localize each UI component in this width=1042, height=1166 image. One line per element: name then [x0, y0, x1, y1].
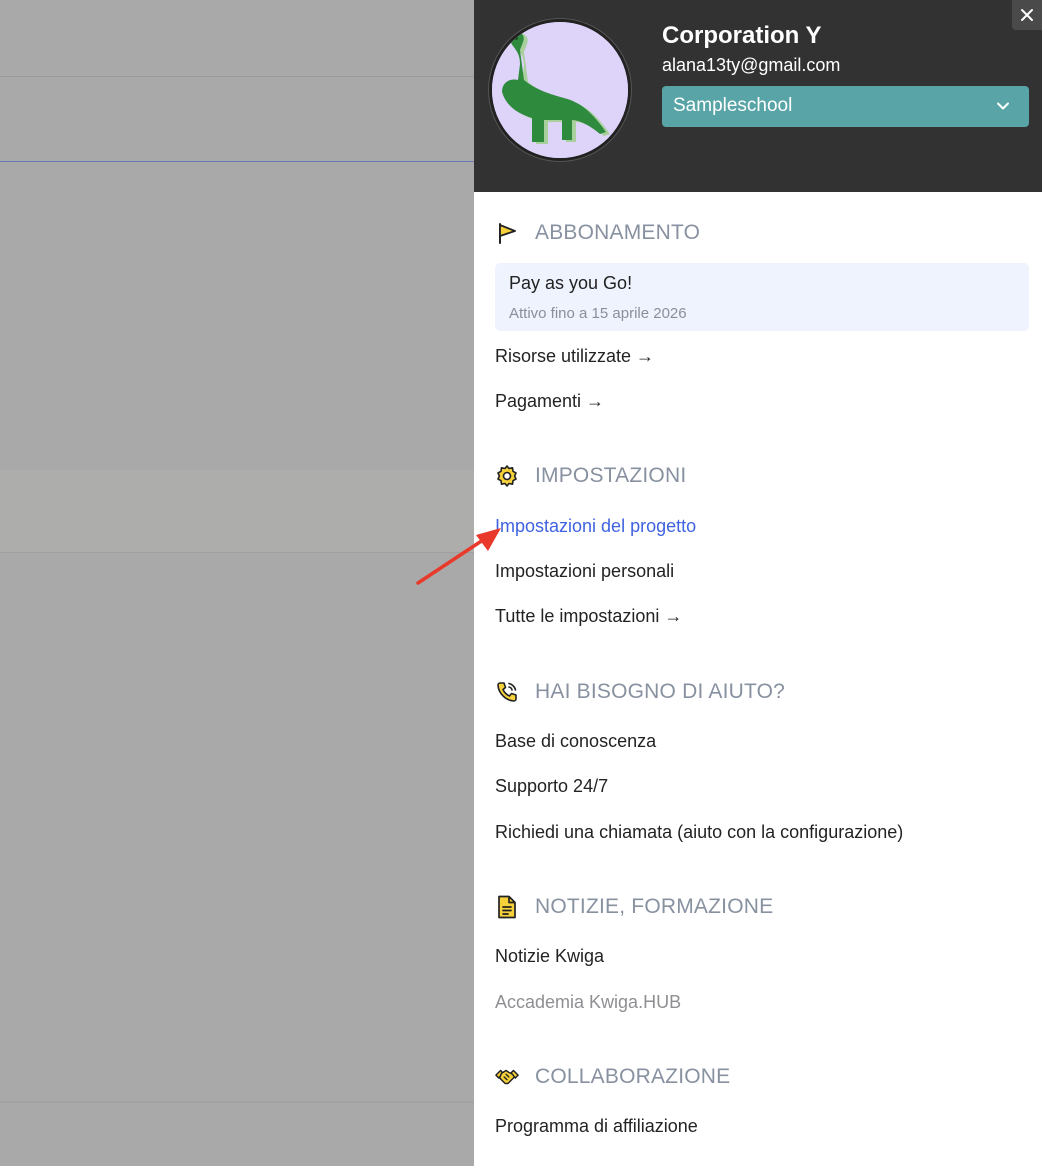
link-payments[interactable]: Pagamenti → — [495, 391, 604, 412]
link-support[interactable]: Supporto 24/7 — [495, 776, 608, 797]
page-backdrop[interactable] — [0, 0, 474, 1166]
link-kwiga-news[interactable]: Notizie Kwiga — [495, 946, 604, 967]
section-title: COLLABORAZIONE — [535, 1065, 731, 1088]
section-news-header: NOTIZIE, FORMAZIONE — [495, 895, 773, 919]
dinosaur-icon — [492, 22, 628, 158]
section-title: IMPOSTAZIONI — [535, 464, 687, 487]
close-button[interactable] — [1012, 0, 1042, 30]
link-all-settings[interactable]: Tutte le impostazioni → — [495, 606, 682, 627]
close-icon — [1021, 9, 1033, 21]
plan-card[interactable]: Pay as you Go! Attivo fino a 15 aprile 2… — [495, 263, 1029, 331]
flag-icon — [495, 221, 519, 245]
section-title: ABBONAMENTO — [535, 221, 701, 244]
document-icon — [495, 895, 519, 919]
annotation-arrow-icon — [416, 528, 501, 585]
link-resources-used[interactable]: Risorse utilizzate → — [495, 346, 654, 367]
school-select[interactable]: Sampleschool — [662, 86, 1029, 127]
link-personal-settings[interactable]: Impostazioni personali — [495, 561, 674, 582]
phone-icon — [495, 680, 519, 704]
link-project-settings[interactable]: Impostazioni del progetto — [495, 516, 696, 537]
school-select-value: Sampleschool — [673, 95, 793, 116]
plan-status: Attivo fino a 15 aprile 2026 — [509, 305, 687, 322]
user-email: alana13ty@gmail.com — [662, 55, 841, 75]
backdrop-divider — [0, 161, 474, 162]
link-request-call[interactable]: Richiedi una chiamata (aiuto con la conf… — [495, 822, 903, 843]
handshake-icon — [495, 1065, 519, 1089]
section-help-header: HAI BISOGNO DI AIUTO? — [495, 680, 785, 704]
link-kwiga-academy[interactable]: Accademia Kwiga.HUB — [495, 992, 681, 1013]
gear-icon — [495, 464, 519, 488]
company-name: Corporation Y — [662, 22, 822, 49]
section-subscription-header: ABBONAMENTO — [495, 221, 700, 245]
link-knowledge-base[interactable]: Base di conoscenza — [495, 731, 656, 752]
section-title: HAI BISOGNO DI AIUTO? — [535, 680, 786, 703]
link-affiliate-program[interactable]: Programma di affiliazione — [495, 1116, 698, 1137]
account-side-panel: Corporation Y alana13ty@gmail.com Sample… — [474, 0, 1042, 1166]
chevron-down-icon — [997, 102, 1009, 110]
section-title: NOTIZIE, FORMAZIONE — [535, 895, 774, 918]
plan-name: Pay as you Go! — [509, 273, 633, 293]
section-collab-header: COLLABORAZIONE — [495, 1065, 730, 1089]
backdrop-divider — [0, 1101, 474, 1103]
avatar[interactable] — [489, 19, 631, 161]
section-settings-header: IMPOSTAZIONI — [495, 464, 686, 488]
backdrop-divider — [0, 76, 474, 77]
backdrop-band — [0, 470, 474, 553]
panel-header: Corporation Y alana13ty@gmail.com Sample… — [474, 0, 1042, 192]
